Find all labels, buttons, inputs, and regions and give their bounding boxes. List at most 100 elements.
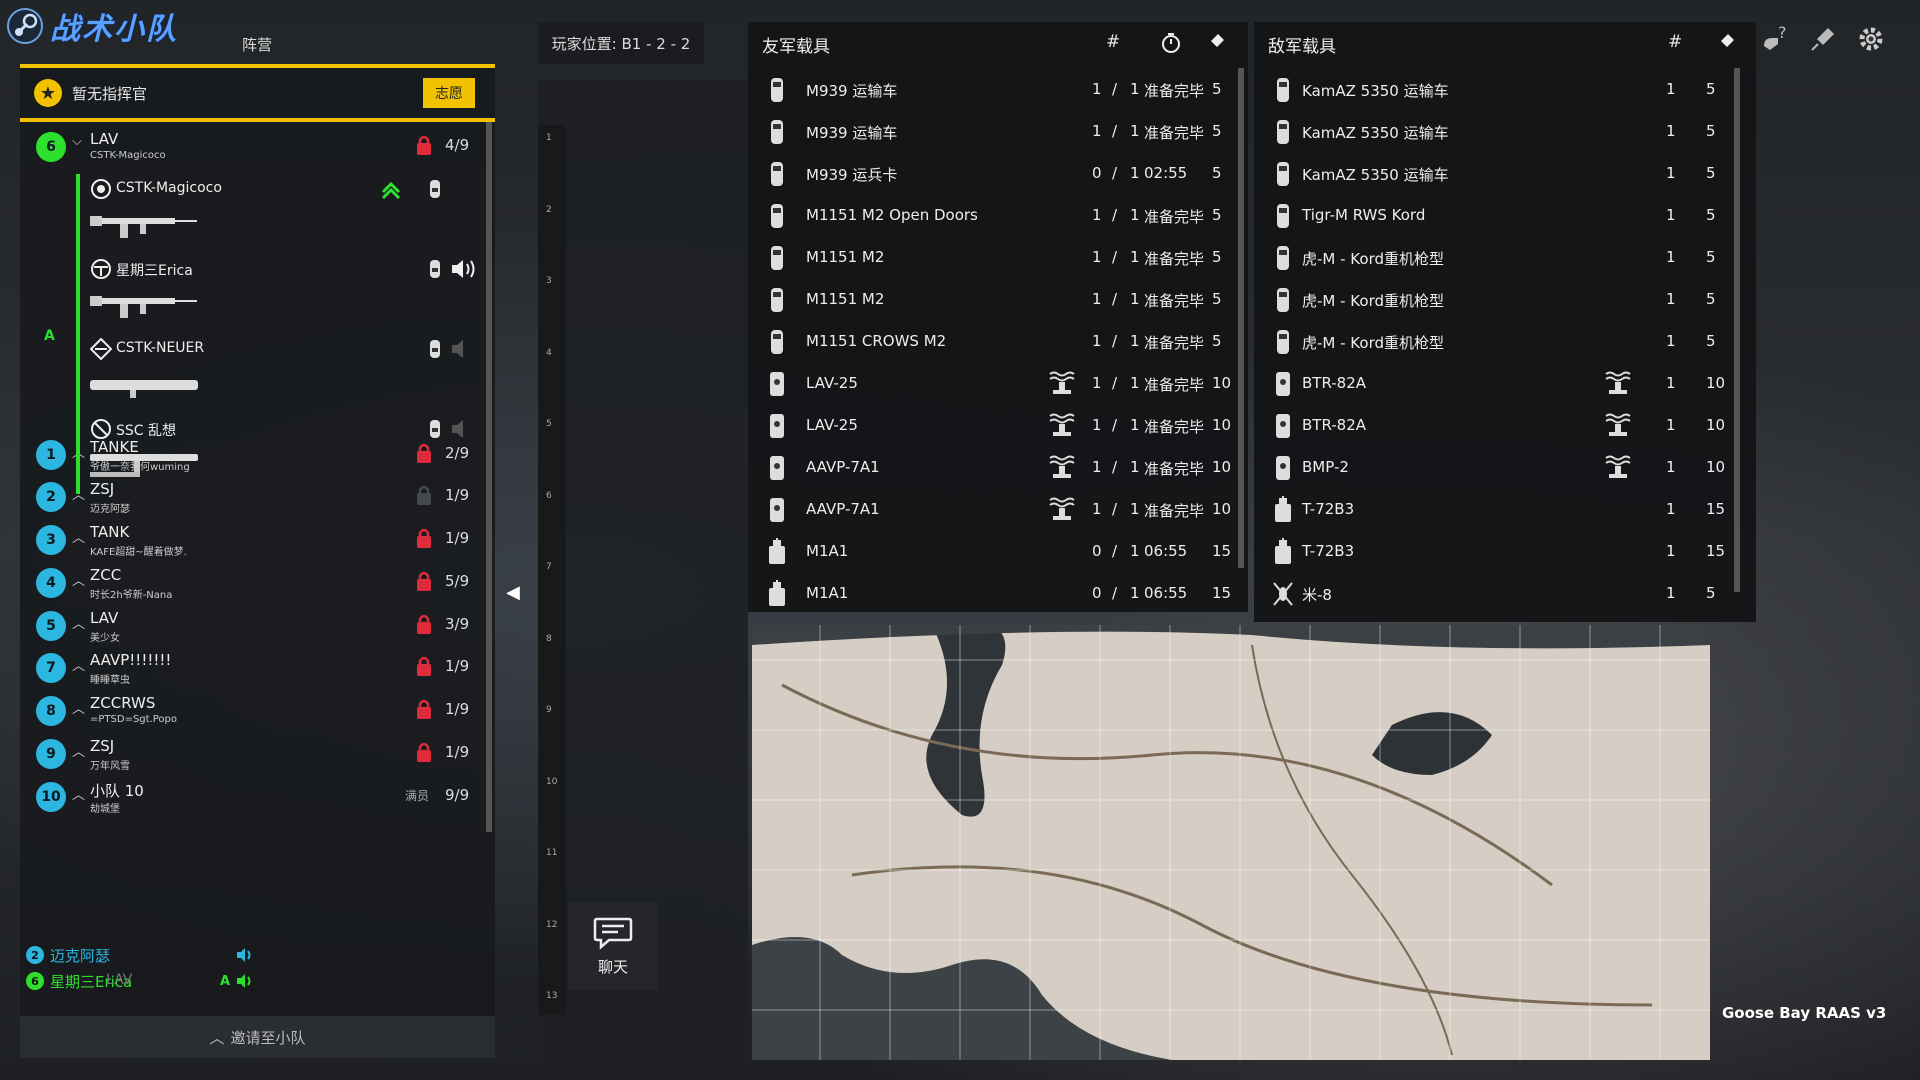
lock-icon[interactable] [415,698,433,720]
enemy-vehicle-row[interactable]: T-72B3 1 15 [1254,530,1756,572]
enemy-scrollbar[interactable] [1734,68,1740,592]
lock-icon[interactable] [415,613,433,635]
ammo-claim-icon [1605,455,1631,478]
enemy-vehicle-row[interactable]: Tigr-M RWS Kord 1 5 [1254,194,1756,236]
squad-member-count: 3/9 [445,615,470,633]
ruler-tick-label: 11 [546,848,558,858]
rocket-icon[interactable] [1808,24,1838,54]
vehicle-tickets: 5 [1706,290,1716,308]
chevron-up-icon[interactable]: ︿ [72,527,85,546]
enemy-vehicle-row[interactable]: KamAZ 5350 运输车 1 5 [1254,152,1756,194]
gear-icon[interactable] [1856,24,1886,54]
friendly-vehicle-row[interactable]: M1151 CROWS M2 1/1 准备完毕 5 [748,320,1248,362]
friendly-vehicle-row[interactable]: M1151 M2 Open Doors 1/1 准备完毕 5 [748,194,1248,236]
friendly-vehicle-row[interactable]: AAVP-7A1 1/1 准备完毕 10 [748,446,1248,488]
vehicle-icon [771,330,783,354]
enemy-vehicle-row[interactable]: BTR-82A 1 10 [1254,404,1756,446]
invite-to-squad-button[interactable]: ︿ 邀请至小队 [20,1016,495,1058]
enemy-vehicle-row[interactable]: BTR-82A 1 10 [1254,362,1756,404]
squad-member[interactable]: CSTK-NEUER [90,334,480,414]
lock-icon[interactable] [415,570,433,592]
collapse-panel-icon[interactable]: ◀ [506,582,520,603]
squad-member[interactable]: SSC 乱想 [90,414,480,494]
ruler-tick-label: 3 [546,276,552,286]
ruler-tick-label: 1 [546,133,552,143]
vehicle-status: 准备完毕 [1144,250,1205,268]
squad-row[interactable]: 10 ︿ 小队 10 劫城堡 满员 9/9 [20,772,480,822]
map-name: Goose Bay RAAS v3 [1722,1004,1887,1022]
chevron-up-icon[interactable]: ︿ [72,741,85,760]
speaker-icon[interactable] [450,258,480,280]
squad-member[interactable]: CSTK-Magicoco [90,174,480,254]
chevron-up-icon[interactable]: ︿ [72,655,85,674]
enemy-vehicle-row[interactable]: 米-8 1 5 [1254,572,1756,614]
friendly-vehicle-row[interactable]: M1151 M2 1/1 准备完毕 5 [748,236,1248,278]
enemy-vehicle-row[interactable]: 虎-M - Kord重机枪型 1 5 [1254,278,1756,320]
speaker-icon[interactable] [450,418,480,440]
vehicle-name: Tigr-M RWS Kord [1302,206,1426,224]
lock-icon[interactable] [415,134,433,156]
friendly-vehicle-row[interactable]: M1A1 0 / 1 06:55 15 [748,572,1248,614]
friendly-vehicle-row[interactable]: M1A1 0 / 1 06:55 15 [748,530,1248,572]
friendly-vehicle-row[interactable]: LAV-25 1/1 准备完毕 10 [748,404,1248,446]
tactical-map[interactable] [752,625,1710,1060]
friendly-vehicle-row[interactable]: M1151 M2 1/1 准备完毕 5 [748,278,1248,320]
squad-member-count: 1/9 [445,743,470,761]
friendly-vehicle-row[interactable]: M939 运输车 1/1 准备完毕 5 [748,110,1248,152]
member-name: CSTK-Magicoco [116,180,222,196]
friendly-vehicle-row[interactable]: M939 运兵卡 0 / 1 02:55 5 [748,152,1248,194]
enemy-vehicle-row[interactable]: 虎-M - Kord重机枪型 1 5 [1254,320,1756,362]
friendly-scrollbar[interactable] [1238,68,1244,568]
squad-leader: =PTSD=Sgt.Popo [90,714,177,725]
volunteer-button[interactable]: 志愿 [423,78,475,108]
squad-scrollbar[interactable] [486,122,492,832]
vehicle-slash: / [1112,500,1118,518]
vehicle-icon [770,372,784,396]
vehicle-slash: / [1112,122,1118,140]
faction-label[interactable]: 阵营 [242,34,272,55]
friendly-vehicle-row[interactable]: M939 运输车 1/1 准备完毕 5 [748,68,1248,110]
ruler-tick-label: 2 [546,204,552,215]
lock-icon[interactable] [415,741,433,763]
squad-number: 6 [36,132,66,162]
enemy-vehicle-row[interactable]: T-72B3 1 15 [1254,488,1756,530]
squad-row[interactable]: 6 ⌵ LAV CSTK-Magicoco 4/9 [20,122,480,172]
enemy-vehicle-row[interactable]: KamAZ 5350 运输车 1 5 [1254,68,1756,110]
vehicle-icon [1273,582,1293,606]
lock-icon[interactable] [415,527,433,549]
lock-icon[interactable] [415,655,433,677]
squad-leader: 美少女 [90,633,120,644]
vehicle-name: 虎-M - Kord重机枪型 [1302,292,1444,310]
speaker-icon[interactable] [450,338,480,360]
commander-label: 暂无指挥官 [72,84,148,103]
vehicle-max: 1 [1130,374,1140,392]
vehicle-max: 1 [1130,458,1140,476]
vehicle-icon [1275,538,1291,564]
vehicle-tickets: 5 [1706,206,1716,224]
squad-leader-role-icon [91,179,111,199]
vehicle-current: 1 [1092,248,1102,266]
vehicle-name: LAV-25 [806,374,858,392]
enemy-vehicle-row[interactable]: BMP-2 1 10 [1254,446,1756,488]
squad-name: AAVP!!!!!!! [90,651,172,669]
chat-button[interactable]: 聊天 [568,902,658,990]
help-icon[interactable]: ? [1760,24,1790,54]
chevron-up-icon[interactable]: ︿ [72,784,85,803]
vehicle-slash: / [1112,374,1118,392]
enemy-vehicle-row[interactable]: KamAZ 5350 运输车 1 5 [1254,110,1756,152]
commander-row: ★ 暂无指挥官 志愿 [20,68,495,122]
vehicle-icon [771,204,783,228]
chevron-up-icon[interactable]: ︿ [72,613,85,632]
chevron-up-icon[interactable]: ︿ [72,570,85,589]
vehicle-tickets: 5 [1212,122,1222,140]
squad-number: 10 [36,782,66,812]
squad-member[interactable]: 星期三Erica [90,254,480,334]
friendly-vehicle-row[interactable]: AAVP-7A1 1/1 准备完毕 10 [748,488,1248,530]
friendly-vehicle-row[interactable]: LAV-25 1/1 准备完毕 10 [748,362,1248,404]
chevron-up-icon[interactable]: ︿ [72,698,85,717]
ruler-tick-label: 5 [546,419,552,429]
enemy-vehicle-row[interactable]: 虎-M - Kord重机枪型 1 5 [1254,236,1756,278]
vehicle-icon [770,498,784,522]
vehicle-icon [1277,120,1289,144]
chevron-down-icon[interactable]: ⌵ [72,134,82,149]
